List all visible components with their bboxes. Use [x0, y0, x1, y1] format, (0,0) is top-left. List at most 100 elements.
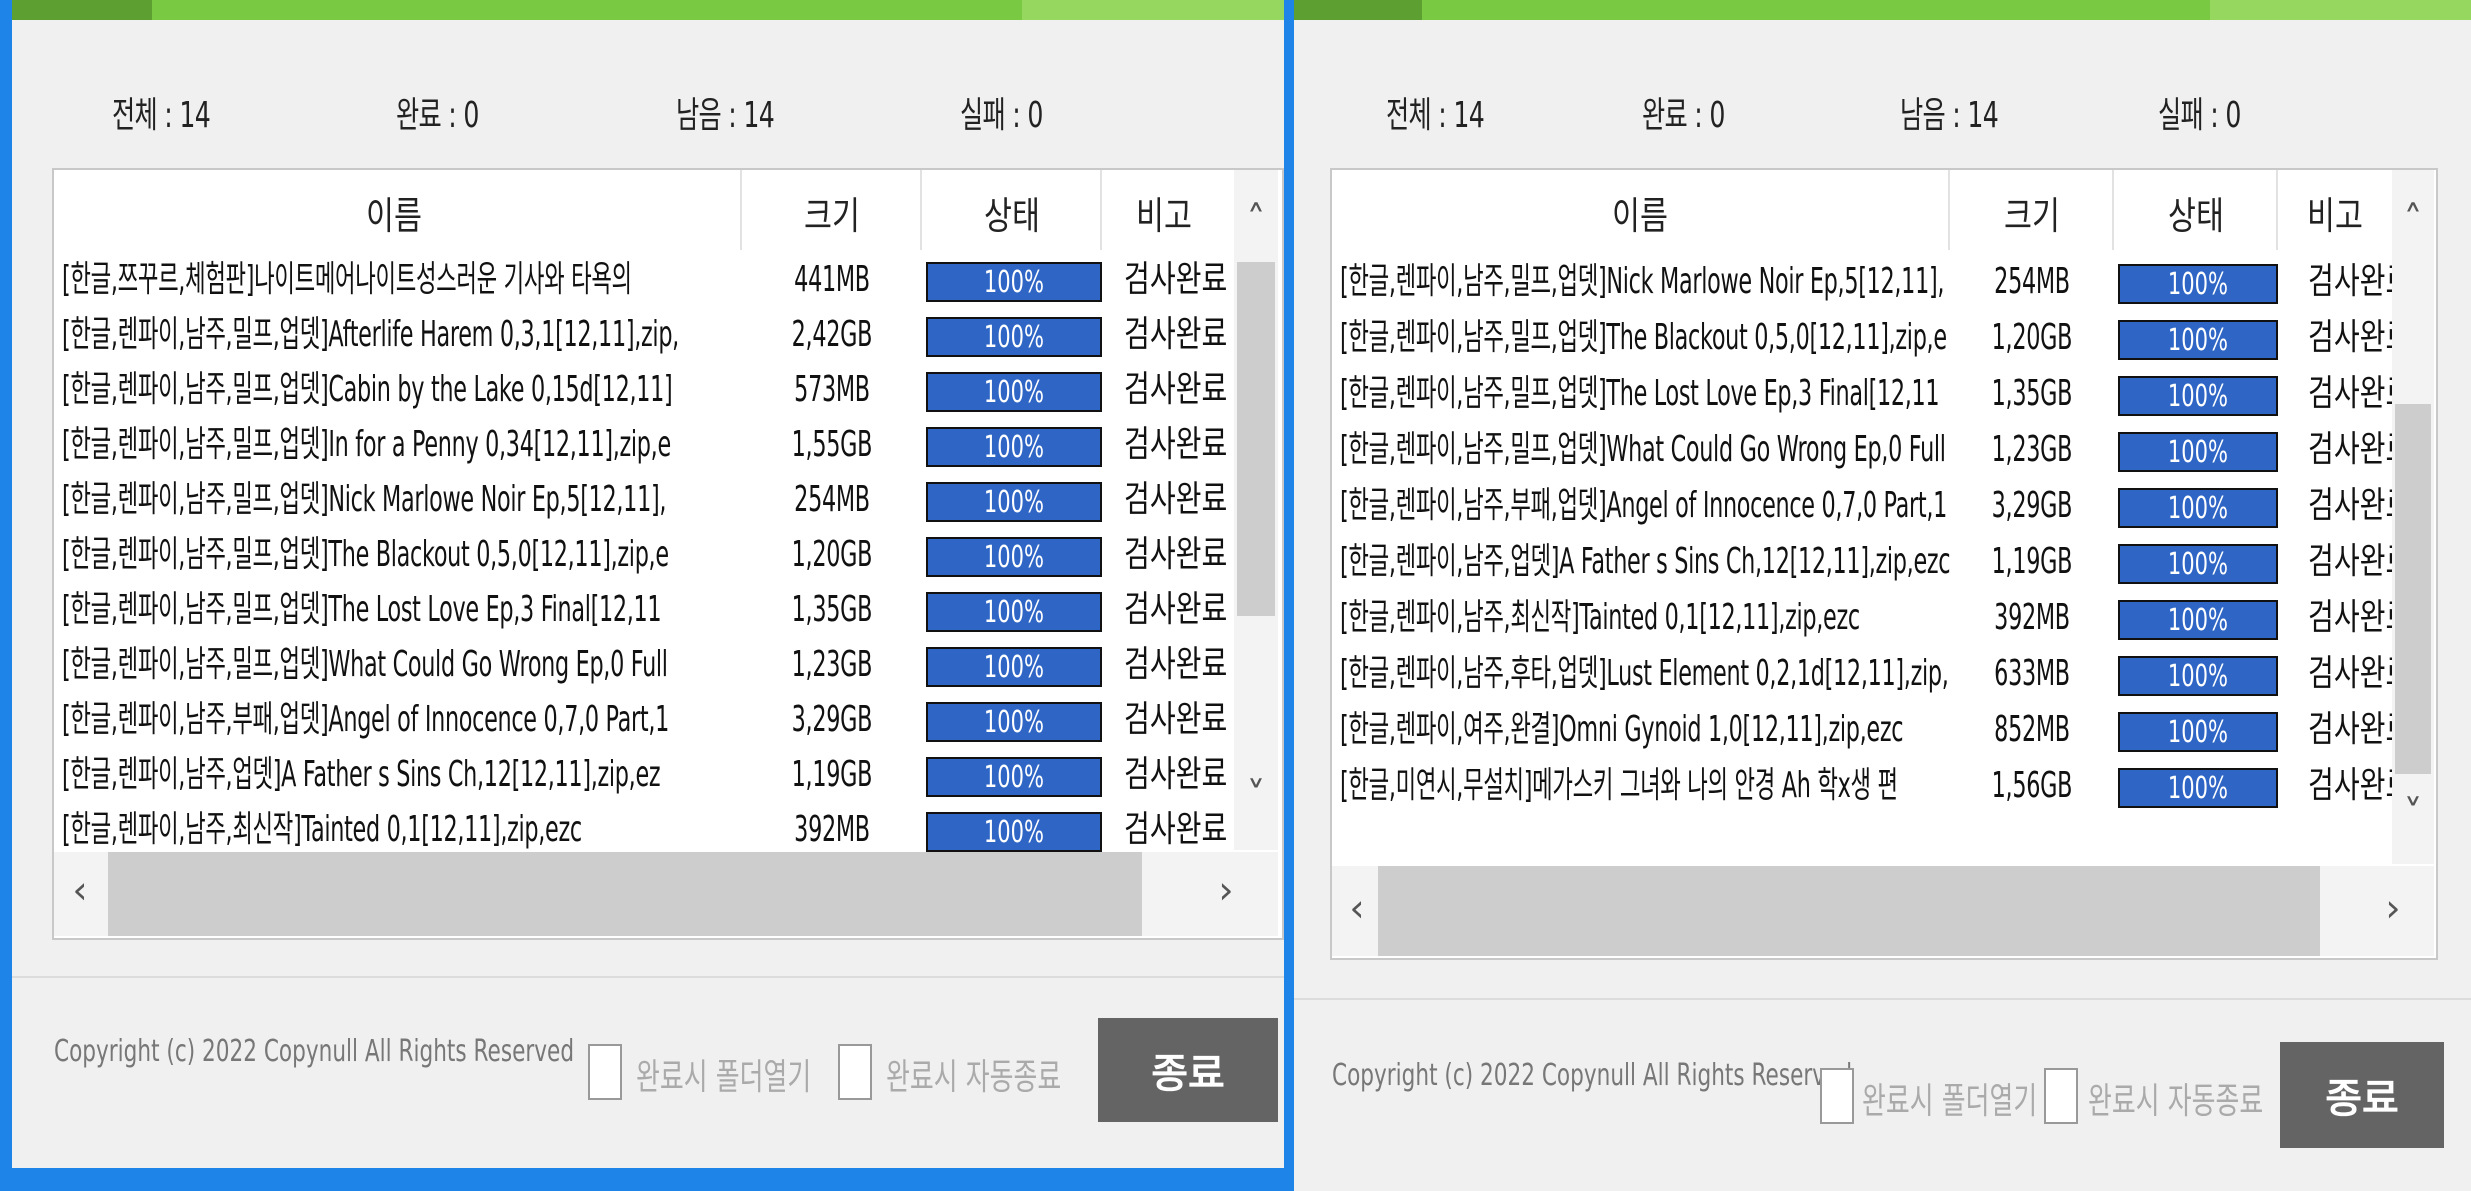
file-size: 3,29GB: [791, 699, 873, 740]
file-row[interactable]: [한글,렌파이,남주,업뎃]A Father s Sins Ch,12[12,1…: [54, 747, 1234, 802]
auto-close-checkbox[interactable]: [838, 1044, 872, 1100]
chevron-right-icon[interactable]: ›: [2372, 888, 2414, 928]
progress-text: 100%: [2167, 378, 2229, 414]
file-size: 1,23GB: [791, 644, 873, 685]
column-divider[interactable]: [2112, 170, 2114, 250]
auto-close-label: 완료시 자동종료: [886, 1057, 1062, 1098]
file-size: 392MB: [1994, 597, 2070, 638]
progress-text: 100%: [983, 649, 1045, 685]
file-row[interactable]: [한글,렌파이,남주,밀프,업뎃]Nick Marlowe Noir Ep,5[…: [54, 472, 1234, 527]
column-divider[interactable]: [1100, 170, 1102, 250]
stat-done: 완료 : 0: [1642, 95, 1725, 136]
open-folder-label: 완료시 폴더열기: [1862, 1081, 2038, 1122]
file-row[interactable]: [한글,렌파이,남주,밀프,업뎃]The Lost Love Ep,3 Fina…: [54, 582, 1234, 637]
file-size: 1,19GB: [791, 754, 873, 795]
close-button[interactable]: 종료: [2280, 1042, 2444, 1148]
scroll-thumb[interactable]: [2395, 404, 2431, 774]
file-row[interactable]: [한글,렌파이,남주,후타,업뎃]Lust Element 0,2,1d[12,…: [1332, 646, 2392, 701]
progress-bar: 100%: [2118, 264, 2278, 304]
file-note: 검사완료: [1124, 754, 1228, 795]
chevron-down-icon[interactable]: ˅: [1234, 776, 1278, 816]
chevron-right-icon[interactable]: ›: [1204, 870, 1248, 910]
scroll-thumb[interactable]: [1237, 262, 1275, 616]
file-row[interactable]: [한글,렌파이,남주,부패,업뎃]Angel of Innocence 0,7,…: [54, 692, 1234, 747]
open-folder-checkbox[interactable]: [588, 1044, 622, 1100]
transfer-window-right: 전체 : 14 완료 : 0 남음 : 14 실패 : 0 이름 크기 상태 비…: [1294, 0, 2471, 1191]
vertical-scrollbar[interactable]: ˄ ˅: [1234, 170, 1278, 850]
column-header-note[interactable]: 비고: [2291, 180, 2379, 244]
copyright-text: Copyright (c) 2022 Copynull All Rights R…: [1332, 1058, 1853, 1093]
file-name: [한글,렌파이,남주,업뎃]A Father s Sins Ch,12[12,1…: [62, 754, 661, 795]
title-bar-segment: [2210, 0, 2471, 20]
file-row[interactable]: [한글,렌파이,남주,밀프,업뎃]In for a Penny 0,34[12,…: [54, 417, 1234, 472]
file-row[interactable]: [한글,렌파이,남주,업뎃]A Father s Sins Ch,12[12,1…: [1332, 534, 2392, 589]
file-row[interactable]: [한글,렌파이,남주,밀프,업뎃]Cabin by the Lake 0,15d…: [54, 362, 1234, 417]
file-row[interactable]: [한글,렌파이,남주,밀프,업뎃]What Could Go Wrong Ep,…: [54, 637, 1234, 692]
file-row[interactable]: [한글,렌파이,남주,밀프,업뎃]The Blackout 0,5,0[12,1…: [1332, 310, 2392, 365]
file-row[interactable]: [한글,렌파이,남주,밀프,업뎃]The Lost Love Ep,3 Fina…: [1332, 366, 2392, 421]
file-note: 검사완료: [1124, 809, 1228, 850]
column-divider[interactable]: [1948, 170, 1950, 250]
horizontal-scrollbar[interactable]: ‹ ›: [1332, 866, 2434, 956]
progress-bar: 100%: [2118, 376, 2278, 416]
vertical-scrollbar[interactable]: ˄ ˅: [2392, 170, 2434, 864]
chevron-up-icon[interactable]: ˄: [2392, 200, 2434, 240]
auto-close-label: 완료시 자동종료: [2088, 1081, 2264, 1122]
chevron-up-icon[interactable]: ˄: [1234, 200, 1278, 240]
column-divider[interactable]: [920, 170, 922, 250]
file-name: [한글,렌파이,남주,부패,업뎃]Angel of Innocence 0,7,…: [1340, 485, 1948, 526]
file-row[interactable]: [한글,렌파이,여주,완결]Omni Gynoid 1,0[12,11],zip…: [1332, 702, 2392, 757]
chevron-left-icon[interactable]: ‹: [1336, 888, 1378, 928]
file-note: 검사완료: [2308, 261, 2392, 302]
column-header-size[interactable]: 크기: [762, 180, 903, 244]
file-note: 검사완료: [1124, 259, 1228, 300]
file-note: 검사완료: [1124, 314, 1228, 355]
column-header-status[interactable]: 상태: [2132, 180, 2260, 244]
file-row[interactable]: [한글,렌파이,남주,밀프,업뎃]What Could Go Wrong Ep,…: [1332, 422, 2392, 477]
progress-bar: 100%: [2118, 712, 2278, 752]
column-divider[interactable]: [740, 170, 742, 250]
file-row[interactable]: [한글,렌파이,남주,최신작]Tainted 0,1[12,11],zip,ez…: [54, 802, 1234, 857]
chevron-left-icon[interactable]: ‹: [58, 870, 102, 910]
column-divider[interactable]: [2276, 170, 2278, 250]
file-name: [한글,렌파이,남주,업뎃]A Father s Sins Ch,12[12,1…: [1340, 541, 1950, 582]
column-header-size[interactable]: 크기: [1968, 180, 2096, 244]
progress-bar: 100%: [926, 812, 1102, 852]
file-row[interactable]: [한글,렌파이,남주,최신작]Tainted 0,1[12,11],zip,ez…: [1332, 590, 2392, 645]
file-row[interactable]: [한글,쯔꾸르,체험판]나이트메어나이트성스러운 기사와 타욕의 441MB 100…: [54, 252, 1234, 307]
horizontal-scrollbar[interactable]: ‹ ›: [54, 852, 1278, 936]
title-bar-segment: [12, 0, 152, 20]
file-name: [한글,렌파이,남주,밀프,업뎃]What Could Go Wrong Ep,…: [1340, 429, 1946, 470]
title-bar: [1294, 0, 2471, 20]
progress-text: 100%: [983, 484, 1045, 520]
file-size: 1,35GB: [791, 589, 873, 630]
stat-remaining: 남음 : 14: [676, 95, 775, 136]
file-size: 1,35GB: [1991, 373, 2073, 414]
column-header-name[interactable]: 이름: [122, 180, 666, 244]
column-header-name[interactable]: 이름: [1394, 180, 1887, 244]
file-name: [한글,렌파이,남주,밀프,업뎃]The Blackout 0,5,0[12,1…: [1340, 317, 1947, 358]
file-list[interactable]: 이름 크기 상태 비고 [한글,쯔꾸르,체험판]나이트메어나이트성스러운 기사와…: [52, 168, 1284, 940]
close-button[interactable]: 종료: [1098, 1018, 1278, 1122]
file-row[interactable]: [한글,미연시,무설치]메가스키 그녀와 나의 안경 Ah 학x생 편 1,56G…: [1332, 758, 2392, 813]
file-row[interactable]: [한글,렌파이,남주,밀프,업뎃]Afterlife Harem 0,3,1[1…: [54, 307, 1234, 362]
file-row[interactable]: [한글,렌파이,남주,밀프,업뎃]Nick Marlowe Noir Ep,5[…: [1332, 254, 2392, 309]
file-row[interactable]: [한글,렌파이,남주,부패,업뎃]Angel of Innocence 0,7,…: [1332, 478, 2392, 533]
stat-total: 전체 : 14: [112, 95, 211, 136]
progress-text: 100%: [983, 374, 1045, 410]
progress-bar: 100%: [2118, 544, 2278, 584]
scroll-thumb[interactable]: [1378, 866, 2320, 956]
file-row[interactable]: [한글,렌파이,남주,밀프,업뎃]The Blackout 0,5,0[12,1…: [54, 527, 1234, 582]
file-note: 검사완료: [2308, 373, 2392, 414]
scroll-thumb[interactable]: [108, 852, 1142, 936]
chevron-down-icon[interactable]: ˅: [2392, 794, 2434, 834]
open-folder-checkbox[interactable]: [1820, 1068, 1854, 1124]
progress-text: 100%: [983, 704, 1045, 740]
file-name: [한글,렌파이,남주,밀프,업뎃]In for a Penny 0,34[12,…: [62, 424, 671, 465]
auto-close-checkbox[interactable]: [2044, 1068, 2078, 1124]
column-header-note[interactable]: 비고: [1116, 180, 1212, 244]
file-list[interactable]: 이름 크기 상태 비고 [한글,렌파이,남주,밀프,업뎃]Nick Marlow…: [1330, 168, 2438, 960]
file-size: 633MB: [1994, 653, 2070, 694]
column-header-status[interactable]: 상태: [942, 180, 1083, 244]
file-size: 1,23GB: [1991, 429, 2073, 470]
